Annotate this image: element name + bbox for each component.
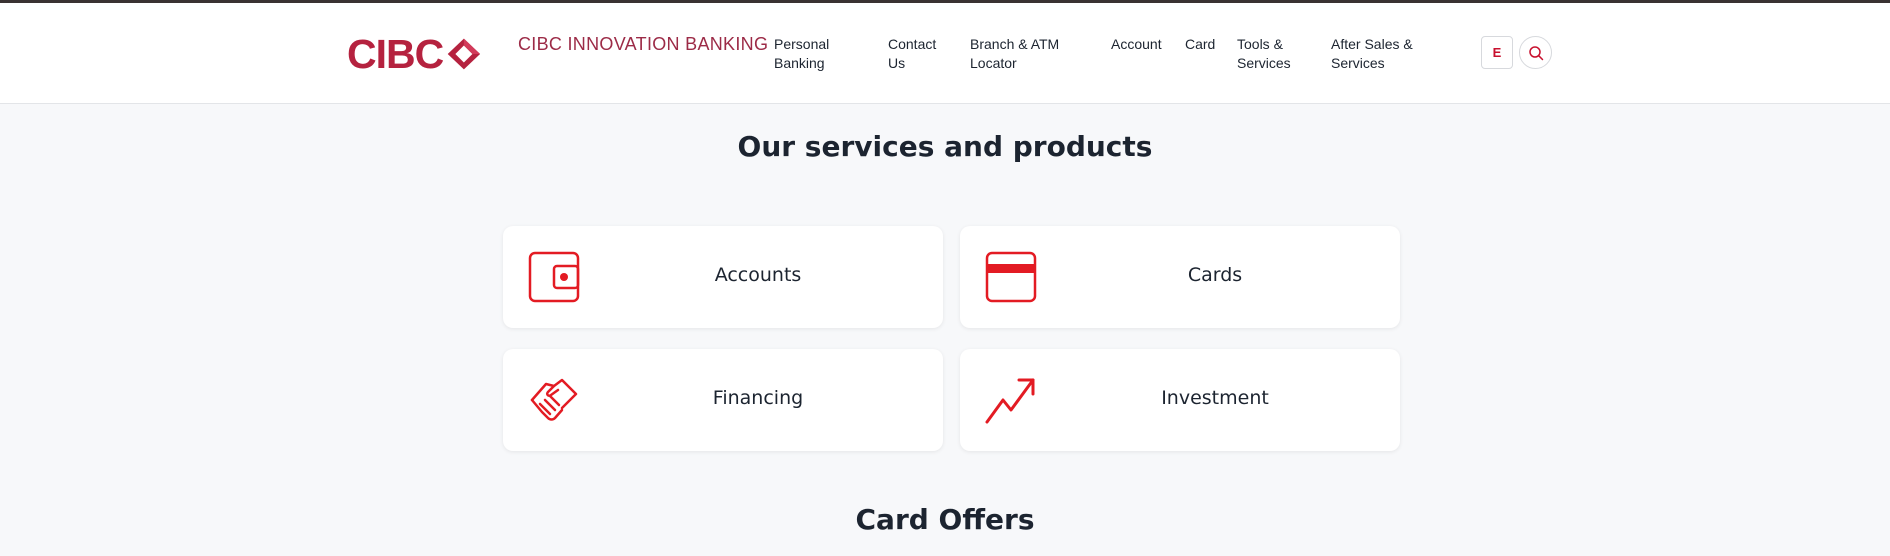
services-title: Our services and products <box>737 130 1153 163</box>
nav-branch-atm-locator[interactable]: Branch & ATM Locator <box>970 35 1064 73</box>
service-label-cards: Cards <box>1187 264 1243 286</box>
service-label-accounts: Accounts <box>714 264 802 286</box>
nav-account[interactable]: Account <box>1111 35 1167 54</box>
service-card-cards[interactable]: Cards <box>960 226 1400 328</box>
service-card-investment[interactable]: Investment <box>960 349 1400 451</box>
logo-text: CIBC <box>347 30 444 77</box>
nav-personal-banking[interactable]: Personal Banking <box>774 35 846 73</box>
service-card-accounts[interactable]: Accounts <box>503 226 943 328</box>
nav-tools-services[interactable]: Tools & Services <box>1237 35 1299 73</box>
site-header: CIBC CIBC INNOVATION BANKING Personal Ba… <box>0 3 1890 104</box>
cibc-logo[interactable]: CIBC <box>347 33 482 75</box>
service-label-financing: Financing <box>712 387 804 409</box>
language-toggle-button[interactable]: E <box>1481 36 1513 69</box>
search-icon <box>1528 45 1543 60</box>
nav-contact-us[interactable]: Contact Us <box>888 35 943 73</box>
nav-card[interactable]: Card <box>1185 35 1217 54</box>
service-label-investment: Investment <box>1161 387 1269 409</box>
brand-name: CIBC INNOVATION BANKING <box>518 34 769 54</box>
search-button[interactable] <box>1519 36 1552 69</box>
service-card-financing[interactable]: Financing <box>503 349 943 451</box>
card-offers-title: Card Offers <box>855 503 1035 536</box>
nav-after-sales-services[interactable]: After Sales & Services <box>1331 35 1417 73</box>
cibc-diamond-logo-icon <box>447 38 481 70</box>
